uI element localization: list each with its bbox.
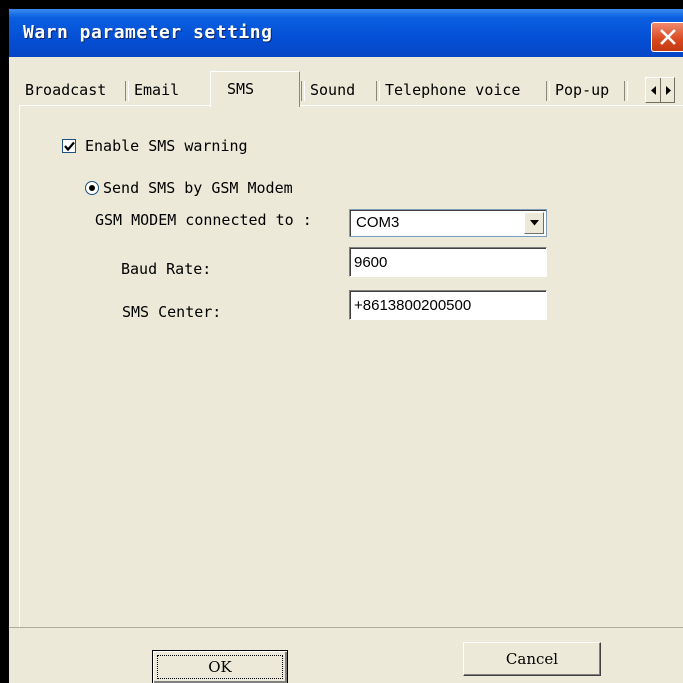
close-button[interactable]: [651, 22, 683, 52]
dropdown-button[interactable]: [524, 212, 544, 234]
tab-scroll-buttons: [645, 77, 675, 103]
enable-sms-checkbox[interactable]: [62, 139, 76, 153]
baud-rate-field[interactable]: [349, 247, 547, 277]
chevron-down-icon: [529, 220, 539, 226]
modem-port-select[interactable]: COM3: [349, 209, 547, 237]
focus-rectangle: [157, 655, 283, 679]
tab-strip: Broadcast Email SMS Sound Telephone voic…: [19, 71, 683, 107]
close-icon: [659, 29, 676, 45]
tab-popup[interactable]: Pop-up: [549, 75, 625, 105]
baud-rate-input[interactable]: [350, 250, 542, 274]
tab-label: Broadcast: [25, 81, 107, 99]
cancel-button-label: Cancel: [505, 650, 559, 668]
tab-label: SMS: [227, 80, 255, 98]
tab-separator: [624, 81, 628, 101]
button-bar: OK Cancel: [9, 627, 683, 683]
check-icon: [64, 141, 75, 152]
window-title: Warn parameter setting: [23, 22, 273, 43]
title-bar[interactable]: Warn parameter setting: [9, 9, 683, 57]
arrow-left-icon: [650, 85, 656, 95]
modem-port-value: COM3: [356, 214, 400, 231]
tab-telephone-voice[interactable]: Telephone voice: [379, 75, 545, 105]
tab-label: Pop-up: [555, 81, 610, 99]
gsm-modem-option-label: Send SMS by GSM Modem: [103, 179, 293, 197]
tab-label: Email: [134, 81, 180, 99]
tab-scroll-left-button[interactable]: [646, 78, 661, 102]
arrow-right-icon: [665, 85, 671, 95]
tab-scroll-right-button[interactable]: [660, 78, 676, 102]
tab-label: Telephone voice: [385, 81, 521, 99]
sms-center-input[interactable]: [350, 293, 542, 317]
enable-sms-label: Enable SMS warning: [85, 137, 248, 155]
cancel-button[interactable]: Cancel: [463, 642, 601, 676]
radio-dot: [89, 185, 95, 191]
sms-center-field[interactable]: [349, 290, 547, 320]
tab-broadcast[interactable]: Broadcast: [19, 75, 125, 105]
tab-label: Sound: [310, 81, 356, 99]
tab-sound[interactable]: Sound: [304, 75, 376, 105]
gsm-modem-radio[interactable]: [85, 181, 99, 195]
dialog-window: Warn parameter setting Broadcast Email S…: [9, 9, 683, 683]
ok-button[interactable]: OK: [152, 650, 288, 683]
sms-center-label: SMS Center:: [122, 303, 222, 321]
baud-rate-label: Baud Rate:: [121, 260, 212, 278]
tab-email[interactable]: Email: [128, 75, 208, 105]
tab-sms[interactable]: SMS: [210, 71, 300, 107]
modem-port-label: GSM MODEM connected to :: [95, 211, 312, 229]
